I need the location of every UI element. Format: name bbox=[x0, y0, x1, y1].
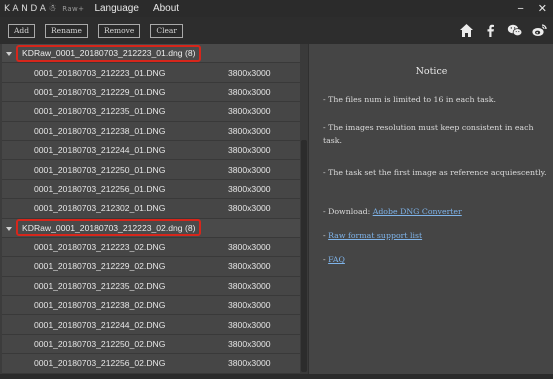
window-controls: − ✕ bbox=[517, 0, 547, 17]
file-name: 0001_20180703_212250_02.DNG bbox=[34, 339, 166, 350]
file-name: 0001_20180703_212302_01.DNG bbox=[34, 203, 166, 214]
menu-item-language[interactable]: Language bbox=[94, 3, 139, 14]
adobe-dng-converter-link[interactable]: Adobe DNG Converter bbox=[373, 207, 462, 216]
file-name: 0001_20180703_212256_02.DNG bbox=[34, 358, 166, 369]
group-label-box: KDRaw_0001_20180703_212223_02.dng (8) bbox=[16, 219, 202, 237]
notice-raw-support: - Raw format support list bbox=[323, 230, 551, 243]
download-prefix: - Download: bbox=[323, 207, 373, 216]
list-item[interactable]: 0001_20180703_212238_01.DNG 3800x3000 bbox=[2, 121, 300, 141]
list-item[interactable]: 0001_20180703_212244_02.DNG 3800x3000 bbox=[2, 315, 300, 335]
group-label: KDRaw_0001_20180703_212223_02.dng bbox=[22, 222, 183, 233]
file-name: 0001_20180703_212235_02.DNG bbox=[34, 280, 166, 291]
list-item[interactable]: 0001_20180703_212244_01.DNG 3800x3000 bbox=[2, 140, 300, 161]
file-resolution: 3800x3000 bbox=[228, 261, 271, 272]
raw-format-support-link[interactable]: Raw format support list bbox=[328, 231, 422, 240]
menu-bar: Language About bbox=[94, 3, 179, 14]
app-logo: KANDA☃ Raw+ bbox=[0, 4, 84, 14]
file-resolution: 3800x3000 bbox=[228, 145, 271, 156]
faq-link[interactable]: FAQ bbox=[328, 255, 345, 264]
list-item[interactable]: 0001_20180703_212229_02.DNG 3800x3000 bbox=[2, 257, 300, 277]
facebook-icon[interactable] bbox=[482, 22, 499, 39]
file-name: 0001_20180703_212223_01.DNG bbox=[34, 67, 166, 78]
group-row[interactable]: KDRaw_0001_20180703_212223_02.dng (8) bbox=[2, 218, 300, 238]
file-resolution: 3800x3000 bbox=[228, 358, 271, 369]
file-name: 0001_20180703_212244_02.DNG bbox=[34, 319, 166, 330]
file-name: 0001_20180703_212229_01.DNG bbox=[34, 86, 166, 97]
rename-button[interactable]: Rename bbox=[45, 23, 88, 38]
notice-resolution: - The images resolution must keep consis… bbox=[323, 123, 534, 145]
file-name: 0001_20180703_212229_02.DNG bbox=[34, 261, 166, 272]
group-label: KDRaw_0001_20180703_212223_01.dng bbox=[22, 48, 183, 59]
file-list: KDRaw_0001_20180703_212223_01.dng (8) 00… bbox=[2, 44, 300, 374]
list-item[interactable]: 0001_20180703_212238_02.DNG 3800x3000 bbox=[2, 296, 300, 316]
app-brand: KANDA☃ bbox=[4, 3, 60, 14]
notice-faq: - FAQ bbox=[323, 254, 551, 267]
home-icon[interactable] bbox=[458, 22, 475, 39]
remove-button[interactable]: Remove bbox=[97, 23, 141, 38]
file-name: 0001_20180703_212256_01.DNG bbox=[34, 183, 166, 194]
file-resolution: 3800x3000 bbox=[228, 164, 271, 175]
notice-files-limit: - The files num is limited to 16 in each… bbox=[323, 95, 497, 104]
file-resolution: 3800x3000 bbox=[228, 183, 271, 194]
close-icon[interactable]: ✕ bbox=[538, 2, 547, 15]
file-resolution: 3800x3000 bbox=[228, 339, 271, 350]
social-icons bbox=[458, 22, 547, 39]
list-item[interactable]: 0001_20180703_212250_01.DNG 3800x3000 bbox=[2, 160, 300, 180]
file-name: 0001_20180703_212223_02.DNG bbox=[34, 242, 166, 253]
chevron-down-icon[interactable] bbox=[6, 52, 12, 56]
list-item[interactable]: 0001_20180703_212256_01.DNG 3800x3000 bbox=[2, 179, 300, 200]
notice-title: Notice bbox=[415, 66, 448, 77]
wechat-icon[interactable] bbox=[506, 22, 523, 39]
group-count: (8) bbox=[184, 222, 196, 233]
file-resolution: 3800x3000 bbox=[228, 125, 271, 136]
notice-reference: - The task set the first image as refere… bbox=[323, 168, 547, 177]
file-resolution: 3800x3000 bbox=[228, 319, 271, 330]
file-name: 0001_20180703_212238_01.DNG bbox=[34, 125, 166, 136]
list-item[interactable]: 0001_20180703_212223_02.DNG 3800x3000 bbox=[2, 237, 300, 258]
file-resolution: 3800x3000 bbox=[228, 300, 271, 311]
chevron-down-icon[interactable] bbox=[6, 226, 12, 231]
group-count: (8) bbox=[184, 48, 196, 59]
group-label-box: KDRaw_0001_20180703_212223_01.dng (8) bbox=[16, 44, 202, 62]
file-name: 0001_20180703_212238_02.DNG bbox=[34, 300, 166, 311]
list-item[interactable]: 0001_20180703_212256_02.DNG 3800x3000 bbox=[2, 354, 300, 374]
minimize-icon[interactable]: − bbox=[517, 3, 523, 15]
file-resolution: 3800x3000 bbox=[228, 280, 271, 291]
file-resolution: 3800x3000 bbox=[228, 86, 271, 97]
file-name: 0001_20180703_212244_01.DNG bbox=[34, 145, 166, 156]
file-list-scrollbar[interactable] bbox=[300, 44, 308, 374]
list-item[interactable]: 0001_20180703_212235_01.DNG 3800x3000 bbox=[2, 102, 300, 122]
weibo-icon[interactable] bbox=[530, 22, 547, 39]
notice-panel: Notice - The files num is limited to 16 … bbox=[308, 44, 553, 374]
title-bar: KANDA☃ Raw+ Language About − ✕ bbox=[0, 0, 553, 17]
list-item[interactable]: 0001_20180703_212250_02.DNG 3800x3000 bbox=[2, 334, 300, 355]
clear-button[interactable]: Clear bbox=[150, 23, 183, 38]
file-name: 0001_20180703_212235_01.DNG bbox=[34, 106, 166, 117]
menu-item-about[interactable]: About bbox=[153, 3, 179, 14]
list-item[interactable]: 0001_20180703_212229_01.DNG 3800x3000 bbox=[2, 82, 300, 103]
list-item[interactable]: 0001_20180703_212302_01.DNG 3800x3000 bbox=[2, 199, 300, 219]
scrollbar-thumb[interactable] bbox=[301, 140, 307, 372]
list-item[interactable]: 0001_20180703_212223_01.DNG 3800x3000 bbox=[2, 63, 300, 83]
list-item[interactable]: 0001_20180703_212235_02.DNG 3800x3000 bbox=[2, 276, 300, 297]
bottom-border bbox=[0, 374, 553, 379]
file-resolution: 3800x3000 bbox=[228, 242, 271, 253]
group-row[interactable]: KDRaw_0001_20180703_212223_01.dng (8) bbox=[2, 44, 300, 64]
add-button[interactable]: Add bbox=[8, 23, 36, 38]
file-resolution: 3800x3000 bbox=[228, 203, 271, 214]
notice-download: - Download: Adobe DNG Converter bbox=[323, 206, 551, 219]
file-resolution: 3800x3000 bbox=[228, 106, 271, 117]
file-resolution: 3800x3000 bbox=[228, 67, 271, 78]
file-name: 0001_20180703_212250_01.DNG bbox=[34, 164, 166, 175]
app-brand-sub: Raw+ bbox=[62, 4, 85, 13]
